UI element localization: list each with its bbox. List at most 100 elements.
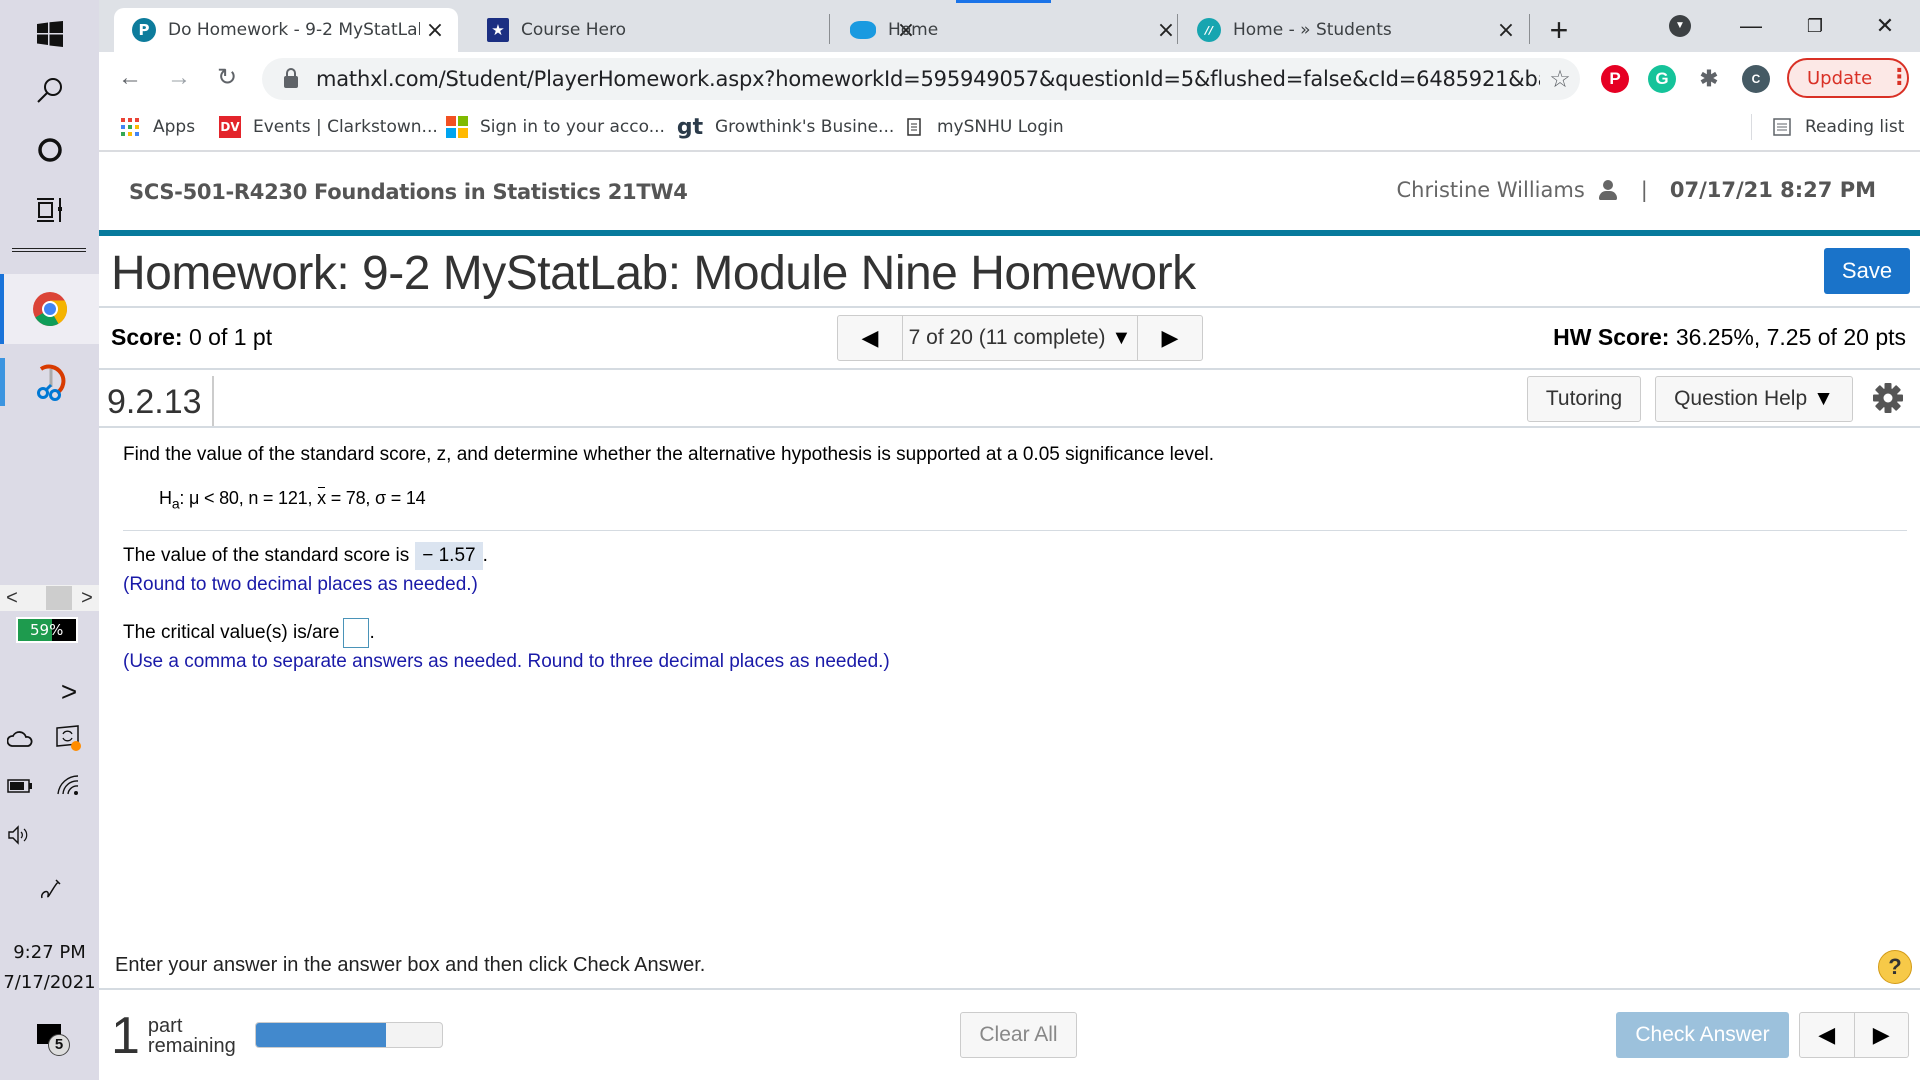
tutoring-button[interactable]: Tutoring — [1527, 376, 1641, 422]
hypothesis-part-2: = 78, σ = 14 — [325, 488, 426, 508]
hw-score-value: 36.25%, 7.25 of 20 pts — [1675, 324, 1906, 350]
close-window-button[interactable]: ✕ — [1855, 8, 1915, 44]
part-pager: ◀ ▶ — [1799, 1012, 1909, 1058]
tab-close-icon[interactable]: × — [420, 18, 450, 43]
caret-down-icon: ▼ — [1111, 326, 1132, 349]
reading-list-button[interactable]: Reading list — [1771, 114, 1904, 140]
tab-close-icon[interactable]: × — [1491, 18, 1521, 43]
system-clock[interactable]: 9:27 PM 7/17/2021 — [0, 938, 99, 998]
caret-down-icon: ▼ — [1813, 387, 1834, 410]
homework-score: HW Score: 36.25%, 7.25 of 20 pts — [1553, 324, 1906, 351]
update-label: Update — [1807, 67, 1873, 89]
standard-score-answer[interactable]: − 1.57 — [415, 542, 483, 570]
bookmark-events-clarkstown[interactable]: DV Events | Clarkstown... — [219, 114, 438, 140]
bookmarks-bar: Apps DV Events | Clarkstown... Sign in t… — [99, 102, 1920, 152]
bookmark-label: Apps — [153, 117, 196, 137]
scroll-right-button[interactable]: > — [75, 587, 99, 610]
divider — [99, 368, 1920, 370]
course-title: SCS-501-R4230 Foundations in Statistics … — [129, 180, 688, 204]
bookmark-growthink[interactable]: gt Growthink's Busine... — [677, 114, 894, 140]
bookmark-mysnhu-login[interactable]: mySNHU Login — [903, 114, 1064, 140]
salesforce-cloud-favicon-icon — [850, 21, 876, 39]
address-bar[interactable]: mathxl.com/Student/PlayerHomework.aspx?h… — [262, 58, 1580, 100]
update-chrome-button[interactable]: Update ⋮ — [1787, 58, 1910, 98]
profile-avatar[interactable]: C — [1742, 65, 1770, 93]
taskbar-snip-sketch-app[interactable] — [0, 352, 99, 412]
parts-progress-fill — [256, 1023, 387, 1047]
battery-icon[interactable] — [0, 772, 40, 800]
pearson-favicon-icon: P — [132, 18, 156, 42]
grammarly-extension-icon[interactable]: G — [1648, 65, 1676, 93]
windows-start-icon[interactable] — [0, 14, 99, 54]
divider — [99, 988, 1920, 990]
bookmark-microsoft-sign-in[interactable]: Sign in to your acco... — [446, 114, 665, 140]
apps-grid-icon — [119, 116, 141, 138]
tab-loading-indicator — [956, 0, 1051, 3]
chrome-icon — [32, 292, 67, 326]
pen-workspace-icon[interactable] — [0, 872, 99, 908]
bookmark-apps[interactable]: Apps — [119, 114, 195, 140]
minimize-button[interactable]: — — [1721, 8, 1781, 44]
lock-icon[interactable] — [284, 68, 298, 88]
task-view-icon[interactable] — [0, 190, 99, 230]
scroll-thumb[interactable] — [46, 586, 72, 610]
wifi-icon[interactable] — [48, 770, 88, 800]
back-arrow-icon[interactable]: ← — [112, 62, 148, 94]
save-button[interactable]: Save — [1824, 248, 1910, 294]
tab-home-students[interactable]: // Home - » Students × — [1179, 8, 1529, 52]
question-select-dropdown[interactable]: 7 of 20 (11 complete) ▼ — [902, 316, 1138, 360]
reading-list-label: Reading list — [1805, 117, 1905, 137]
onedrive-icon[interactable] — [0, 724, 40, 754]
help-question-icon[interactable]: ? — [1878, 950, 1912, 984]
chrome-browser-window: P Do Homework - 9-2 MyStatLab: M × ★ Cou… — [99, 0, 1920, 1080]
parts-remaining: 1 part remaining — [111, 1010, 236, 1062]
critical-value-input[interactable] — [343, 618, 370, 648]
forward-arrow-icon[interactable]: → — [161, 62, 197, 94]
previous-part-button[interactable]: ◀ — [1800, 1013, 1855, 1057]
score-label: Score: — [111, 324, 183, 350]
tab-title: Home — [888, 20, 939, 40]
tab-do-homework[interactable]: P Do Homework - 9-2 MyStatLab: M × — [114, 8, 458, 52]
tab-title: Do Homework - 9-2 MyStatLab: M — [168, 20, 420, 40]
bookmark-star-icon[interactable]: ☆ — [1540, 65, 1580, 94]
tab-divider — [1177, 14, 1178, 44]
tab-divider — [1529, 14, 1530, 44]
sample-mean-symbol: x — [317, 487, 326, 508]
period: . — [482, 545, 488, 566]
taskbar-separator — [12, 248, 86, 252]
question-text: Find the value of the standard score, z,… — [123, 444, 1215, 465]
url-text[interactable]: mathxl.com/Student/PlayerHomework.aspx?h… — [316, 67, 1540, 91]
search-icon[interactable] — [0, 70, 99, 110]
user-name[interactable]: Christine Williams — [1397, 178, 1585, 202]
browser-toolbar: ← → ↻ mathxl.com/Student/PlayerHomework.… — [99, 52, 1920, 102]
next-question-button[interactable]: ▶ — [1138, 316, 1202, 360]
reload-icon[interactable]: ↻ — [209, 62, 245, 94]
volume-icon[interactable] — [0, 820, 40, 850]
bookmark-label: Events | Clarkstown... — [253, 117, 438, 137]
action-center-button[interactable]: 5 — [34, 1020, 74, 1060]
pinterest-extension-icon[interactable]: P — [1601, 65, 1629, 93]
tab-search-icon[interactable]: ▼ — [1669, 15, 1691, 37]
restore-button[interactable]: ❐ — [1785, 8, 1845, 44]
tab-home-salesforce[interactable]: Home × — [832, 8, 1189, 52]
question-help-button[interactable]: Question Help ▼ — [1655, 376, 1853, 422]
scroll-left-button[interactable]: < — [0, 587, 24, 610]
cortana-icon[interactable] — [0, 130, 99, 170]
hypothesis-statement: Ha: μ < 80, n = 121, x = 78, σ = 14 — [159, 487, 426, 512]
bookmark-label: Growthink's Busine... — [715, 117, 895, 137]
clear-all-button[interactable]: Clear All — [960, 1012, 1077, 1058]
parts-remaining-count: 1 — [111, 1007, 140, 1065]
hw-score-label: HW Score: — [1553, 324, 1670, 350]
extensions-puzzle-icon[interactable]: ✱ — [1695, 65, 1723, 93]
sync-device-icon[interactable] — [48, 722, 88, 754]
parts-label-line-1: part — [147, 1015, 183, 1037]
taskbar-scrollbar[interactable]: < > — [0, 585, 99, 611]
previous-question-button[interactable]: ◀ — [838, 316, 902, 360]
taskbar-chrome-app[interactable] — [0, 274, 99, 344]
new-tab-button[interactable]: + — [1539, 10, 1579, 50]
check-answer-button[interactable]: Check Answer — [1616, 1012, 1789, 1058]
settings-gear-icon[interactable] — [1872, 382, 1904, 414]
tab-divider — [829, 14, 830, 44]
standard-score-hint: (Round to two decimal places as needed.) — [123, 574, 478, 595]
next-part-button[interactable]: ▶ — [1855, 1013, 1909, 1057]
